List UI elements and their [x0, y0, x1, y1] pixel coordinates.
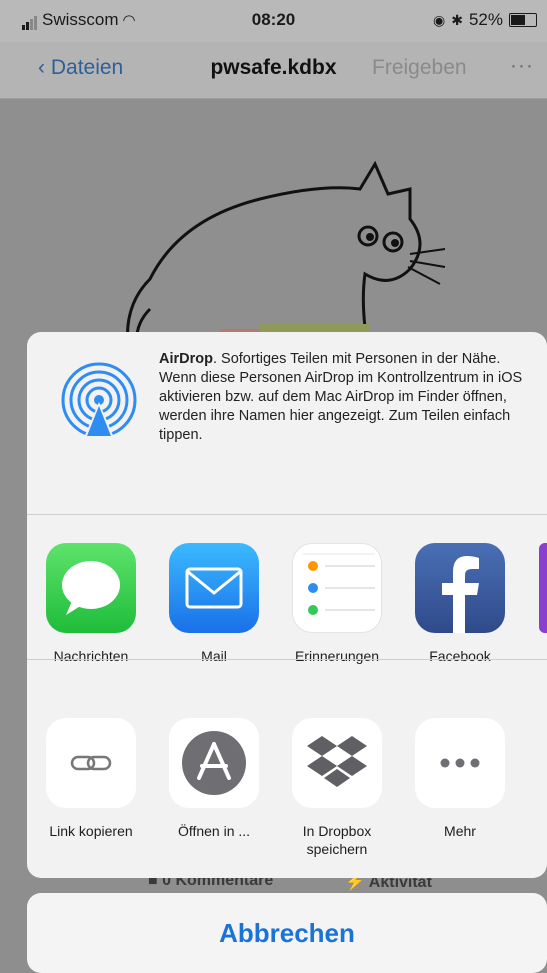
open-in-action[interactable]: Öffnen in ... — [160, 718, 268, 840]
status-right: ◉ ✱ 52% — [433, 10, 537, 30]
dropbox-action[interactable]: In Dropbox speichern — [283, 718, 391, 858]
link-icon — [46, 718, 136, 808]
share-button[interactable]: Freigeben — [372, 56, 467, 80]
airdrop-icon — [61, 362, 137, 440]
battery-icon — [509, 13, 537, 27]
mail-icon — [169, 543, 259, 633]
airdrop-title: AirDrop — [159, 351, 213, 367]
actions-row: Link kopieren Öffnen in ... In Dropbox s… — [27, 660, 547, 878]
status-bar: Swisscom ◠ 08:20 ◉ ✱ 52% — [0, 0, 547, 42]
airdrop-body: . Sofortiges Teilen mit Personen in der … — [159, 351, 523, 443]
share-app-partial[interactable] — [539, 543, 547, 633]
action-label: Mehr — [444, 823, 476, 839]
airdrop-description: AirDrop. Sofortiges Teilen mit Personen … — [159, 350, 525, 445]
alarm-icon: ◉ — [433, 11, 446, 28]
cat-illustration — [126, 160, 446, 359]
bluetooth-icon: ✱ — [451, 11, 463, 28]
share-sheet: AirDrop. Sofortiges Teilen mit Personen … — [27, 332, 547, 878]
action-label: Link kopieren — [49, 823, 133, 839]
action-label: In Dropbox speichern — [302, 823, 372, 857]
more-options-button[interactable]: ··· — [510, 54, 534, 78]
copy-link-action[interactable]: Link kopieren — [37, 718, 145, 840]
battery-percent: 52% — [468, 10, 503, 29]
app-store-icon — [169, 718, 259, 808]
apps-row: Nachrichten Mail Erinnerungen Facebook — [27, 515, 547, 664]
airdrop-section: AirDrop. Sofortiges Teilen mit Personen … — [27, 332, 547, 514]
cancel-button[interactable]: Abbrechen — [27, 893, 547, 973]
share-app-facebook[interactable]: Facebook — [406, 543, 514, 665]
share-app-reminders[interactable]: Erinnerungen — [283, 543, 391, 665]
share-app-messages[interactable]: Nachrichten — [37, 543, 145, 665]
dropbox-icon — [292, 718, 382, 808]
action-label: Öffnen in ... — [177, 823, 251, 839]
nav-bar: ‹ Dateien pwsafe.kdbx Freigeben ··· — [0, 42, 547, 99]
more-action[interactable]: Mehr — [406, 718, 514, 840]
reminders-icon — [292, 543, 382, 633]
facebook-icon — [415, 543, 505, 633]
share-app-mail[interactable]: Mail — [160, 543, 268, 665]
messages-icon — [46, 543, 136, 633]
more-icon — [415, 718, 505, 808]
